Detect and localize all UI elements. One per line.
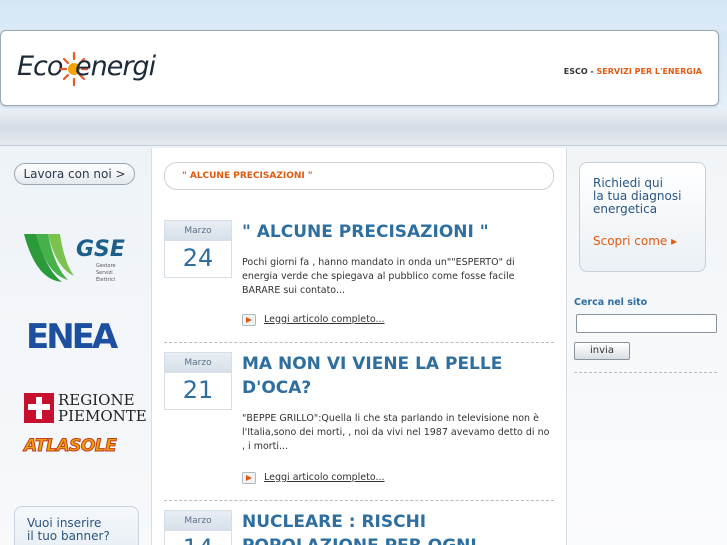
enea-logo[interactable]: ENEA xyxy=(26,316,126,357)
atlasole-logo[interactable]: ATLASOLE xyxy=(23,436,117,457)
read-more-text: Leggi articolo completo... xyxy=(264,314,385,325)
article-title[interactable]: MA NON VI VIENE LA PELLE D'OCA? xyxy=(242,352,552,400)
promo-line3: energetica xyxy=(593,202,658,216)
article-excerpt: "BEPPE GRILLO":Quella li che sta parland… xyxy=(242,413,550,452)
article-item: Marzo 24 " ALCUNE PRECISAZIONI " Pochi g… xyxy=(164,220,554,330)
right-sidebar: Richiedi qui la tua diagnosi energetica … xyxy=(566,148,727,545)
article-title[interactable]: NUCLEARE : RISCHI POPOLAZIONE PER OGNI xyxy=(242,510,552,545)
read-more-link[interactable]: Leggi articolo completo... xyxy=(242,314,385,326)
main-column: " ALCUNE PRECISAZIONI " Marzo 24 " ALCUN… xyxy=(152,148,566,545)
gse-subtitle-1: Gestore xyxy=(96,263,116,269)
top-strip xyxy=(0,0,727,30)
article-item: Marzo 14 NUCLEARE : RISCHI POPOLAZIONE P… xyxy=(164,510,554,545)
search-label: Cerca nel sito xyxy=(574,297,648,308)
logo[interactable]: Eco energi xyxy=(17,49,167,89)
arrow-right-icon xyxy=(242,314,256,326)
article-excerpt: Pochi giorni fa , hanno mandato in onda … xyxy=(242,257,515,296)
article-item: Marzo 21 MA NON VI VIENE LA PELLE D'OCA?… xyxy=(164,352,554,492)
date-day: 24 xyxy=(182,244,214,272)
regione-text: REGIONE PIEMONTE xyxy=(58,392,147,424)
promo-cta-text: Scopri come xyxy=(593,234,668,248)
article-divider xyxy=(164,500,554,501)
gse-text: GSE xyxy=(76,237,125,262)
read-more-link[interactable]: Leggi articolo completo... xyxy=(242,472,385,484)
enea-text: ENEA xyxy=(26,317,119,354)
regione-line2: PIEMONTE xyxy=(58,407,147,425)
scopri-come-link[interactable]: Scopri come ▸ xyxy=(593,235,677,248)
date-month: Marzo xyxy=(165,511,231,531)
logo-eco-text: Eco xyxy=(17,51,63,82)
date-box: Marzo 24 xyxy=(164,220,232,278)
regione-flag-icon xyxy=(24,393,54,423)
tagline-prefix: ESCO - xyxy=(563,67,597,76)
gse-subtitle-2: Servizi xyxy=(96,270,113,276)
caret-right-icon: ▸ xyxy=(671,234,678,248)
diagnosi-promo-box[interactable]: Richiedi qui la tua diagnosi energetica … xyxy=(579,162,706,272)
date-day: 21 xyxy=(182,376,214,404)
sidebar-divider xyxy=(574,372,717,373)
tagline-accent: SERVIZI PER L'ENERGIA xyxy=(596,67,702,76)
left-sidebar: Lavora con noi > GSE Gestore Servizi Ele… xyxy=(0,148,152,545)
date-month: Marzo xyxy=(165,353,231,373)
site-header: Eco energi ESCO - SERVIZI PER L'ENERGIA xyxy=(0,30,719,106)
gse-swoosh-icon: GSE Gestore Servizi Elettrici xyxy=(24,234,125,283)
logo-energi-text: energi xyxy=(75,51,156,82)
lavora-con-noi-button[interactable]: Lavora con noi > xyxy=(14,163,135,185)
date-month: Marzo xyxy=(165,221,231,241)
enea-logo-graphic: ENEA xyxy=(26,317,122,357)
search-input[interactable] xyxy=(576,314,717,333)
date-box: Marzo 21 xyxy=(164,352,232,410)
gse-logo[interactable]: GSE Gestore Servizi Elettrici xyxy=(22,230,130,292)
date-day: 14 xyxy=(165,531,231,545)
regione-line1: REGIONE xyxy=(58,391,135,409)
nav-bar xyxy=(0,110,727,146)
banner-line2: il tuo banner? xyxy=(27,529,110,543)
arrow-right-icon xyxy=(242,472,256,484)
gse-subtitle-3: Elettrici xyxy=(96,277,115,283)
header-tagline: ESCO - SERVIZI PER L'ENERGIA xyxy=(564,67,702,76)
article-divider xyxy=(164,342,554,343)
read-more-text: Leggi articolo completo... xyxy=(264,472,385,483)
search-submit-button[interactable]: invia xyxy=(574,342,630,360)
banner-promo-box[interactable]: Vuoi inserire il tuo banner? xyxy=(14,506,139,545)
article-title[interactable]: " ALCUNE PRECISAZIONI " xyxy=(242,220,552,244)
date-box: Marzo 14 xyxy=(164,510,232,545)
page-content: Lavora con noi > GSE Gestore Servizi Ele… xyxy=(0,148,727,545)
breadcrumb: " ALCUNE PRECISAZIONI " xyxy=(164,162,554,190)
regione-piemonte-logo[interactable]: REGIONE PIEMONTE xyxy=(24,391,147,427)
